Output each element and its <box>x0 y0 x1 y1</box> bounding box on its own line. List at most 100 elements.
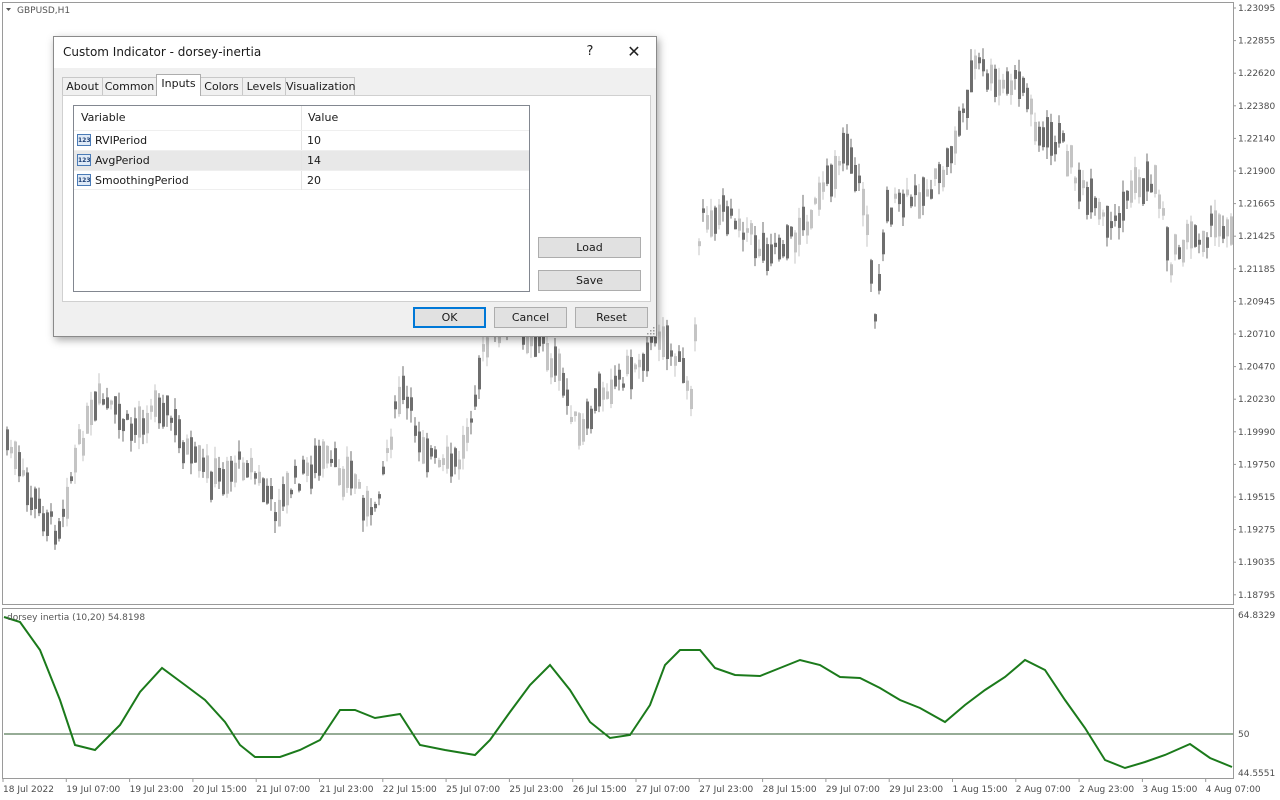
price-axis: 1.23095 1.22855 1.22620 1.22380 1.22140 1.219… <box>1233 4 1275 601</box>
price-tick-label: 1.21900 <box>1238 167 1275 177</box>
help-button[interactable]: ? <box>578 40 602 64</box>
candle-body <box>818 182 821 210</box>
tab-visualization[interactable]: Visualization <box>285 77 355 95</box>
candle-body <box>250 457 253 473</box>
symbol-dropdown-icon[interactable] <box>6 8 11 11</box>
input-value[interactable]: 10 <box>307 134 321 147</box>
ok-button[interactable]: OK <box>413 307 486 328</box>
candle-body <box>910 196 913 207</box>
candle-body <box>682 358 685 383</box>
time-tick-label: 19 Jul 07:00 <box>66 785 120 795</box>
input-value[interactable]: 14 <box>307 154 321 167</box>
candle-body <box>382 466 385 475</box>
column-header-value[interactable]: Value <box>301 106 529 130</box>
candle-body <box>1130 180 1133 203</box>
candle-body <box>402 375 405 400</box>
row-divider <box>301 151 302 170</box>
candle-body <box>1222 226 1225 239</box>
candle-body <box>1046 117 1049 148</box>
candle-body <box>366 490 369 517</box>
price-tick-label: 1.21185 <box>1238 265 1275 275</box>
resize-grip-icon[interactable] <box>646 326 655 335</box>
time-tick-label: 21 Jul 07:00 <box>256 785 310 795</box>
time-tick-label: 27 Jul 07:00 <box>636 785 690 795</box>
candle-body <box>1170 264 1173 276</box>
candle-body <box>1230 216 1233 245</box>
candle-body <box>1098 201 1101 220</box>
candle-body <box>1150 183 1153 193</box>
candle-body <box>18 452 21 477</box>
price-tick-label: 1.19750 <box>1238 460 1275 470</box>
cancel-button[interactable]: Cancel <box>494 307 567 328</box>
input-variable-name: AvgPeriod <box>95 154 150 167</box>
candle-body <box>546 343 549 371</box>
candle-body <box>1206 237 1209 248</box>
input-value[interactable]: 20 <box>307 174 321 187</box>
candle-body <box>938 164 941 184</box>
candle-body <box>686 380 689 391</box>
candle-body <box>1186 223 1189 243</box>
candle-body <box>270 486 273 500</box>
candle-body <box>486 337 489 358</box>
tab-colors[interactable]: Colors <box>200 77 243 95</box>
close-icon[interactable]: ✕ <box>620 40 648 64</box>
candle-body <box>678 351 681 362</box>
candle-body <box>950 146 953 164</box>
candle-body <box>98 383 101 404</box>
candle-body <box>954 130 957 154</box>
candle-body <box>662 326 665 358</box>
input-row-avgperiod[interactable]: 123 AvgPeriod 14 <box>74 150 529 170</box>
candle-body <box>378 494 381 499</box>
candle-body <box>786 225 789 259</box>
dialog-titlebar[interactable]: Custom Indicator - dorsey-inertia ? ✕ <box>54 37 656 68</box>
candle-body <box>142 418 145 435</box>
time-tick-label: 25 Jul 07:00 <box>446 785 500 795</box>
inputs-grid[interactable]: Variable Value 123 RVIPeriod 10 123 AvgP… <box>73 105 530 292</box>
tab-inputs[interactable]: Inputs <box>156 74 201 96</box>
reset-button[interactable]: Reset <box>575 307 648 328</box>
tab-common[interactable]: Common <box>102 77 157 95</box>
time-tick-label: 22 Jul 15:00 <box>383 785 437 795</box>
price-tick-label: 1.20470 <box>1238 363 1275 373</box>
candle-body <box>1122 191 1125 221</box>
candle-body <box>394 401 397 410</box>
candle-body <box>114 396 117 415</box>
candle-body <box>326 445 329 464</box>
time-tick-label: 26 Jul 15:00 <box>573 785 627 795</box>
price-tick-label: 1.22140 <box>1238 134 1275 144</box>
candle-body <box>166 395 169 416</box>
candle-body <box>1154 165 1157 194</box>
candle-body <box>1070 145 1073 168</box>
candle-body <box>902 193 905 218</box>
tab-levels[interactable]: Levels <box>242 77 286 95</box>
candle-body <box>1034 121 1037 142</box>
input-row-smoothingperiod[interactable]: 123 SmoothingPeriod 20 <box>74 170 529 190</box>
candle-body <box>1094 197 1097 209</box>
candle-body <box>946 148 949 167</box>
candle-body <box>1018 71 1021 99</box>
column-header-variable[interactable]: Variable <box>74 106 301 130</box>
tab-about[interactable]: About <box>62 77 103 95</box>
candle-body <box>350 460 353 489</box>
candle-body <box>934 168 937 180</box>
candle-body <box>1054 142 1057 155</box>
candle-body <box>698 241 701 247</box>
candle-body <box>1202 230 1205 253</box>
candle-body <box>286 472 289 506</box>
candle-body <box>470 418 473 423</box>
candle-body <box>782 244 785 257</box>
candle-body <box>1182 239 1185 263</box>
save-button[interactable]: Save <box>538 270 641 291</box>
candle-body <box>14 441 17 469</box>
candle-body <box>126 413 129 420</box>
load-button[interactable]: Load <box>538 237 641 258</box>
candle-body <box>914 185 917 196</box>
candle-body <box>874 314 877 322</box>
price-tick-label: 1.19275 <box>1238 526 1275 536</box>
input-row-rviperiod[interactable]: 123 RVIPeriod 10 <box>74 130 529 150</box>
candle-body <box>570 416 573 423</box>
indicator-panel-frame <box>2 608 1234 779</box>
candle-body <box>474 394 477 407</box>
candle-body <box>602 387 605 400</box>
price-tick-label: 1.20945 <box>1238 297 1275 307</box>
